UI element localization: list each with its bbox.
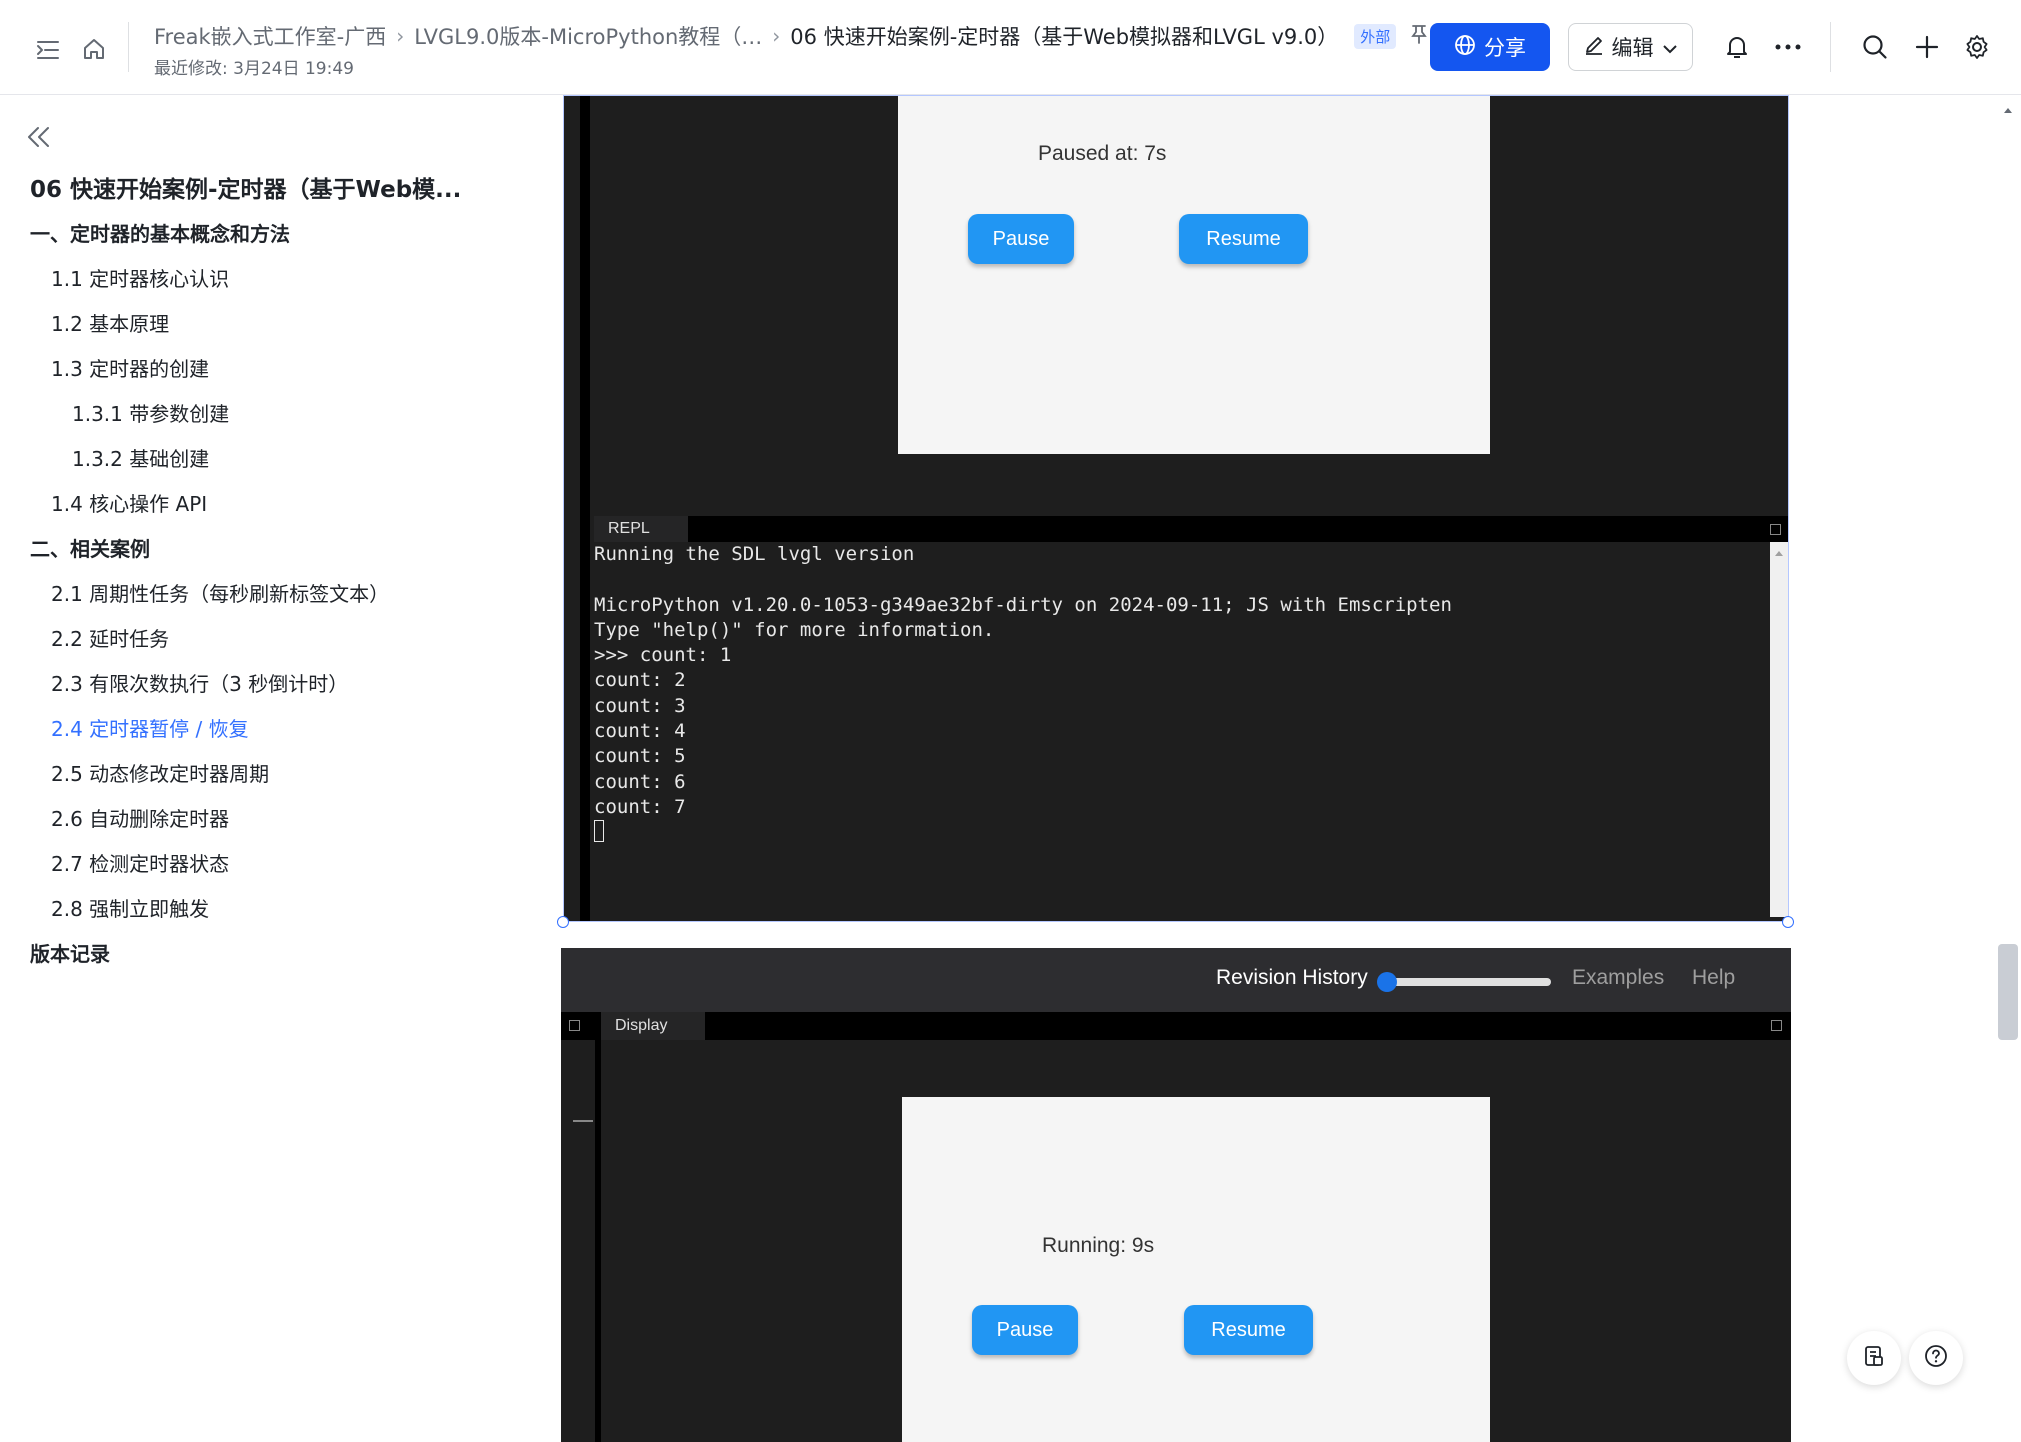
breadcrumb-item-workspace[interactable]: Freak嵌入式工作室-广西: [154, 21, 386, 51]
repl-tabbar: REPL: [594, 516, 1788, 542]
toc-title[interactable]: 06 快速开始案例-定时器（基于Web模...: [30, 170, 461, 204]
terminal-cursor: [594, 820, 604, 843]
terminal-line: Running the SDL lvgl version: [594, 543, 915, 565]
simulator-embed-paused[interactable]: Paused at: 7s Pause Resume REPL Running …: [557, 95, 1794, 928]
toc-item-active[interactable]: 2.4 定时器暂停 / 恢复: [51, 713, 249, 742]
help-menu[interactable]: Help: [1692, 966, 1735, 990]
edit-label: 编辑: [1611, 36, 1654, 60]
question-icon: [1924, 1344, 1948, 1372]
resize-handle[interactable]: [1782, 916, 1794, 928]
terminal-line: count: 2: [594, 669, 686, 692]
collapse-sidebar-icon[interactable]: [26, 126, 56, 156]
pause-button[interactable]: Pause: [972, 1305, 1078, 1355]
toggle-outline-icon[interactable]: [32, 34, 64, 66]
outline-float-button[interactable]: [1847, 1331, 1901, 1385]
terminal-line: count: 4: [594, 720, 686, 743]
revision-slider[interactable]: [1383, 978, 1551, 986]
divider: [1830, 22, 1831, 72]
toc-item[interactable]: 2.5 动态修改定时器周期: [51, 758, 269, 787]
toc-item[interactable]: 2.6 自动删除定时器: [51, 803, 229, 832]
share-button[interactable]: 分享: [1430, 23, 1550, 71]
toc-item[interactable]: 2.8 强制立即触发: [51, 893, 209, 922]
document-icon: [1862, 1344, 1886, 1372]
toc-item[interactable]: 1.2 基本原理: [51, 308, 169, 337]
toc-item[interactable]: 一、定时器的基本概念和方法: [30, 218, 290, 247]
terminal-line: >>> count: 1: [594, 644, 732, 667]
chevron-right-icon: ›: [396, 24, 405, 48]
toc-item[interactable]: 2.1 周期性任务（每秒刷新标签文本）: [51, 578, 389, 607]
resume-button[interactable]: Resume: [1179, 214, 1308, 264]
gear-icon[interactable]: [1962, 32, 1992, 62]
breadcrumb-item-current: 06 快速开始案例-定时器（基于Web模拟器和LVGL v9.0）: [790, 25, 1339, 49]
chevron-down-icon: [1662, 35, 1678, 59]
splitter-grip[interactable]: [573, 1120, 593, 1122]
timer-status-label: Running: 9s: [1042, 1234, 1155, 1257]
terminal-line: MicroPython v1.20.0-1053-g349ae32bf-dirt…: [594, 593, 1452, 616]
toc-item[interactable]: 1.3 定时器的创建: [51, 353, 209, 382]
resume-button[interactable]: Resume: [1184, 1305, 1313, 1355]
pin-icon[interactable]: [1410, 24, 1428, 49]
table-of-contents: 06 快速开始案例-定时器（基于Web模... 一、定时器的基本概念和方法 1.…: [0, 96, 540, 1442]
share-label: 分享: [1484, 36, 1526, 60]
maximize-icon[interactable]: [569, 1020, 580, 1031]
toc-item[interactable]: 1.3.1 带参数创建: [72, 398, 229, 427]
toc-item[interactable]: 2.7 检测定时器状态: [51, 848, 229, 877]
bell-icon[interactable]: [1722, 32, 1752, 62]
panel-gutter: [561, 1040, 595, 1442]
terminal-line: count: 6: [594, 770, 686, 793]
toc-item[interactable]: 1.1 定时器核心认识: [51, 263, 229, 292]
page-scrollbar-thumb[interactable]: [1998, 944, 2018, 1040]
simulator-menubar: Revision History Examples Help: [561, 948, 1791, 1012]
revision-history-label: Revision History: [1216, 966, 1368, 989]
lvgl-display[interactable]: Paused at: 7s Pause Resume: [898, 96, 1490, 454]
globe-icon: [1454, 34, 1476, 61]
search-icon[interactable]: [1860, 32, 1890, 62]
edit-button[interactable]: 编辑: [1568, 23, 1693, 71]
divider: [128, 22, 129, 72]
help-float-button[interactable]: [1909, 1331, 1963, 1385]
revision-slider-thumb[interactable]: [1377, 972, 1397, 992]
terminal-line: count: 7: [594, 795, 686, 818]
toc-item[interactable]: 版本记录: [30, 938, 110, 967]
chevron-right-icon: ›: [772, 24, 781, 48]
tab-repl[interactable]: REPL: [594, 516, 688, 542]
toc-item[interactable]: 2.2 延时任务: [51, 623, 169, 652]
repl-terminal[interactable]: Running the SDL lvgl version MicroPython…: [594, 542, 1766, 917]
toc-item[interactable]: 1.3.2 基础创建: [72, 443, 209, 472]
toc-item[interactable]: 二、相关案例: [30, 533, 150, 562]
last-modified: 最近修改: 3月24日 19:49: [154, 59, 354, 79]
breadcrumb: Freak嵌入式工作室-广西 › LVGL9.0版本-MicroPython教程…: [154, 20, 1428, 52]
panel-splitter: [595, 1040, 601, 1442]
toc-item[interactable]: 2.3 有限次数执行（3 秒倒计时）: [51, 668, 348, 697]
terminal-line: count: 3: [594, 694, 686, 717]
maximize-icon[interactable]: [1770, 524, 1781, 535]
plus-icon[interactable]: [1912, 32, 1942, 62]
terminal-cursor-line: [594, 820, 1766, 845]
breadcrumb-item-course[interactable]: LVGL9.0版本-MicroPython教程（…: [414, 21, 762, 51]
panel-gutter: [564, 96, 580, 921]
terminal-scrollbar[interactable]: [1770, 542, 1788, 917]
terminal-line: count: 5: [594, 745, 686, 768]
toc-item[interactable]: 1.4 核心操作 API: [51, 488, 207, 517]
more-icon[interactable]: [1772, 32, 1804, 62]
display-tabbar: Display: [561, 1012, 1791, 1040]
timer-status-label: Paused at: 7s: [1038, 142, 1167, 165]
panel-splitter: [580, 96, 590, 921]
pencil-icon: [1584, 35, 1604, 60]
simulator-embed-running[interactable]: Revision History Examples Help Display R…: [561, 948, 1791, 1442]
lvgl-display[interactable]: Running: 9s Pause Resume: [902, 1097, 1490, 1442]
home-icon[interactable]: [78, 33, 110, 65]
external-badge: 外部: [1354, 23, 1397, 49]
tab-display[interactable]: Display: [601, 1012, 705, 1040]
page-scrollbar[interactable]: [1995, 95, 2021, 1442]
examples-menu[interactable]: Examples: [1572, 966, 1664, 990]
maximize-icon[interactable]: [1771, 1020, 1782, 1031]
top-bar: Freak嵌入式工作室-广西 › LVGL9.0版本-MicroPython教程…: [0, 0, 2021, 95]
pause-button[interactable]: Pause: [968, 214, 1074, 264]
terminal-line: Type "help()" for more information.: [594, 618, 995, 641]
resize-handle[interactable]: [557, 916, 569, 928]
